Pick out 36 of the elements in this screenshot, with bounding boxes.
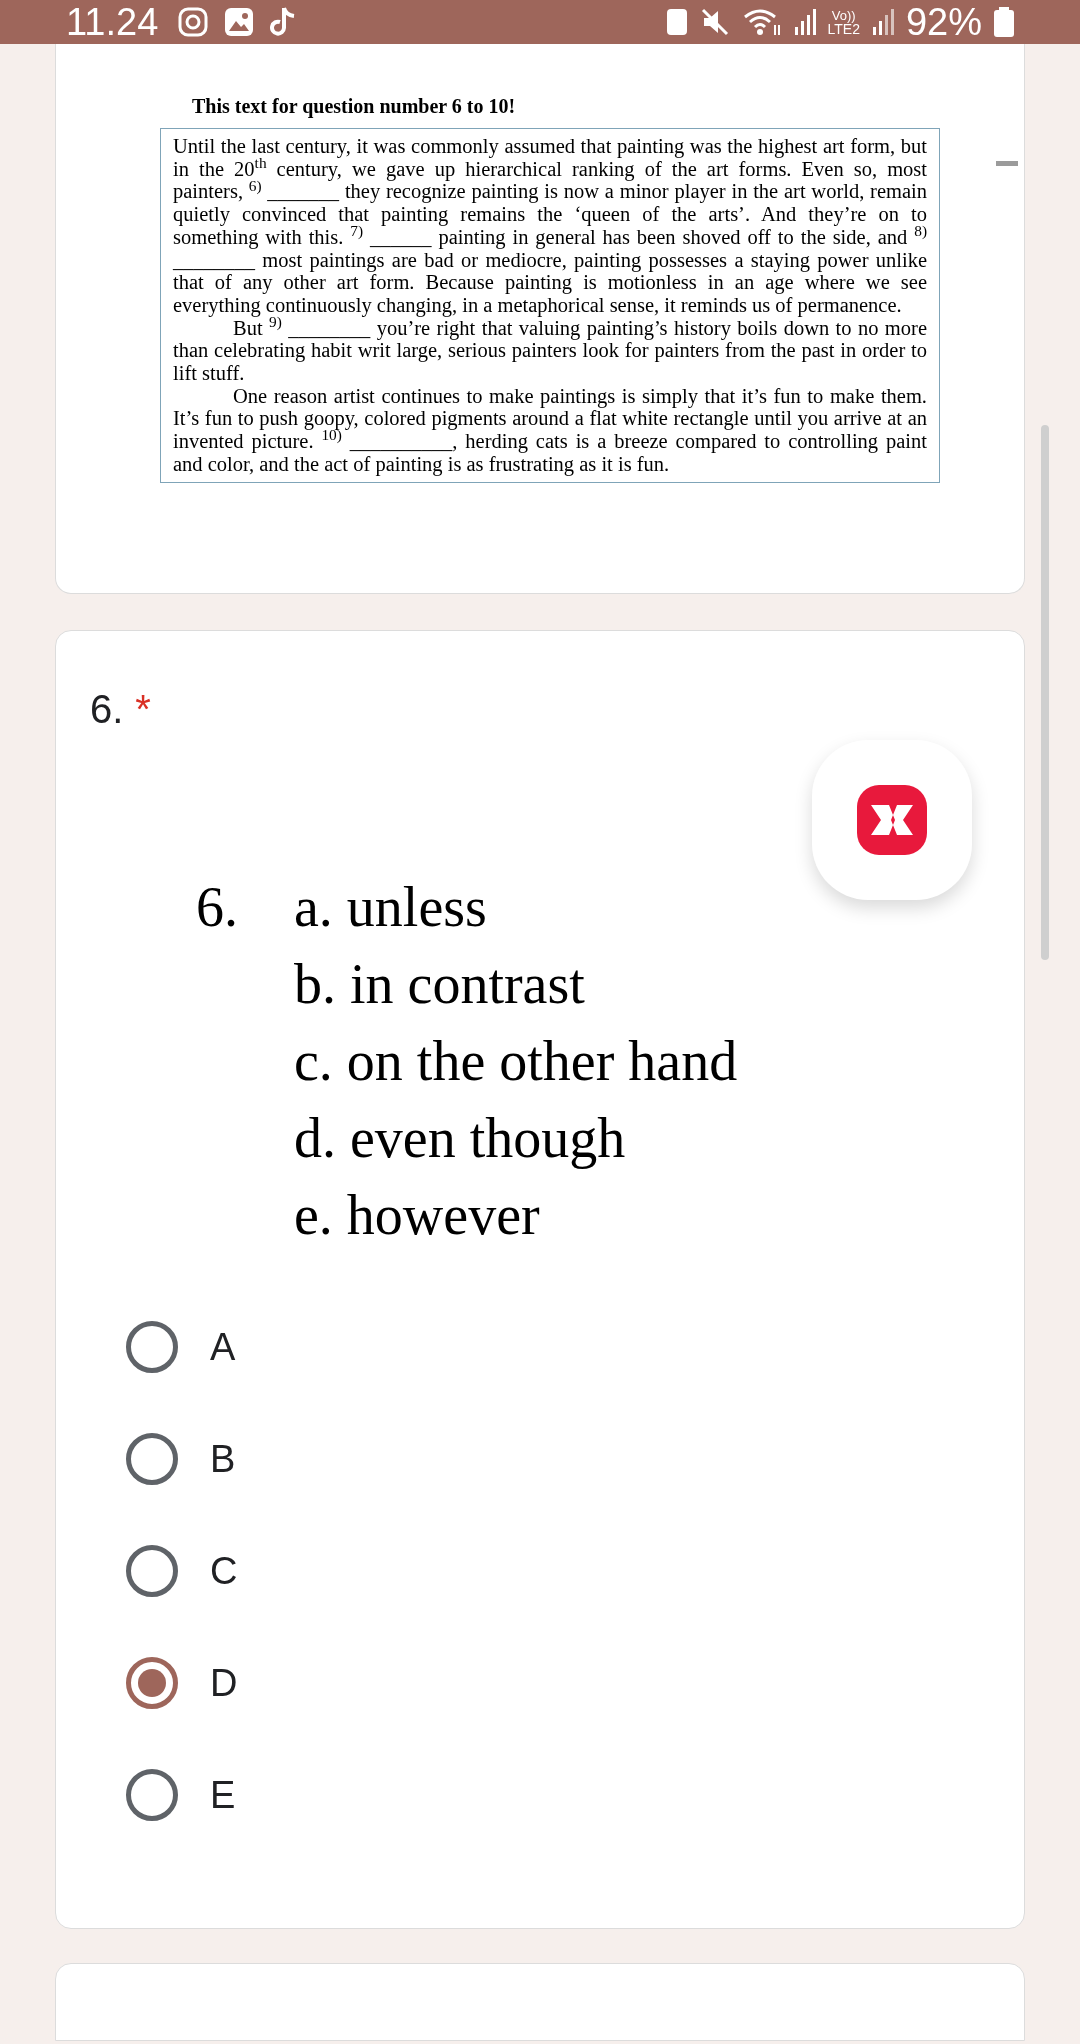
passage-heading: This text for question number 6 to 10! [192, 94, 517, 118]
mute-icon [699, 7, 730, 37]
required-asterisk: * [135, 689, 151, 729]
option-list-number: 6. [196, 875, 239, 940]
choice-label: E [210, 1772, 236, 1818]
option-text: e. however [294, 1183, 541, 1248]
scrollbar[interactable] [1041, 425, 1049, 960]
battery-percent: 92% [905, 3, 982, 41]
instagram-icon [178, 7, 209, 37]
radio-button[interactable] [126, 1657, 178, 1709]
battery-saver-icon [665, 8, 688, 36]
network-label: LTE2 [827, 21, 860, 36]
signal-icon [793, 8, 816, 36]
choice-label: C [210, 1548, 238, 1594]
radio-button[interactable] [126, 1545, 178, 1597]
gallery-icon [224, 7, 255, 37]
option-text: a. unless [294, 875, 488, 940]
radio-button[interactable] [126, 1321, 178, 1373]
option-text: c. on the other hand [294, 1029, 738, 1094]
battery-icon [994, 7, 1014, 37]
floating-app-button[interactable] [812, 740, 972, 900]
volte-label: Vo)) [831, 8, 856, 22]
clock-time: 11.24 [66, 3, 159, 41]
signal-icon [871, 8, 894, 36]
choice-label: A [210, 1324, 236, 1370]
option-text: d. even though [294, 1106, 627, 1171]
choice-label: D [210, 1660, 238, 1706]
app-logo-icon [857, 785, 927, 855]
option-text: b. in contrast [294, 952, 586, 1017]
passage-paragraph: But $^{9)}$ ________ you’re right that valuing painting’s history boils down to no more than celebrating habit writ large, serious painters look for painters from the past in order to lift stuff. [173, 316, 927, 385]
choice-label: B [210, 1436, 236, 1482]
passage-paragraph: Until the last century, it was commonly assumed that painting was the highest art form, but in the 20$^{th}$ century, we gave up hierarchical ranking of the art forms. Even so, most painters, $^{6)}$ _______ they recognize painting is now a minor player in the art world, remain quietly convinced that painting remains the ‘queen of the arts’. And they’re on to something with this. $^{7)}$ ______ painting in general has been shoved off to the side, and $^{8)}$ ________ most paintings are bad or mediocre, painting possesses a staying power unlike that of any other art form. Because painting is motionless in an age where we see everything continuously changing, in a metaphorical sense, it reminds us of permanence. [173, 135, 927, 317]
radio-button[interactable] [126, 1433, 178, 1485]
passage-paragraph: One reason artist continues to make paintings is simply that it’s fun to make them. It’s fun to push goopy, colored pigments around a flat white rectangle until you arrive at an invented picture. $^{10)}$ __________, herding cats is a breeze compared to controlling paint and color, and the act of painting is as frustrating as it is fun. [173, 384, 927, 476]
radio-button[interactable] [126, 1769, 178, 1821]
question-number: 6. [90, 689, 124, 729]
